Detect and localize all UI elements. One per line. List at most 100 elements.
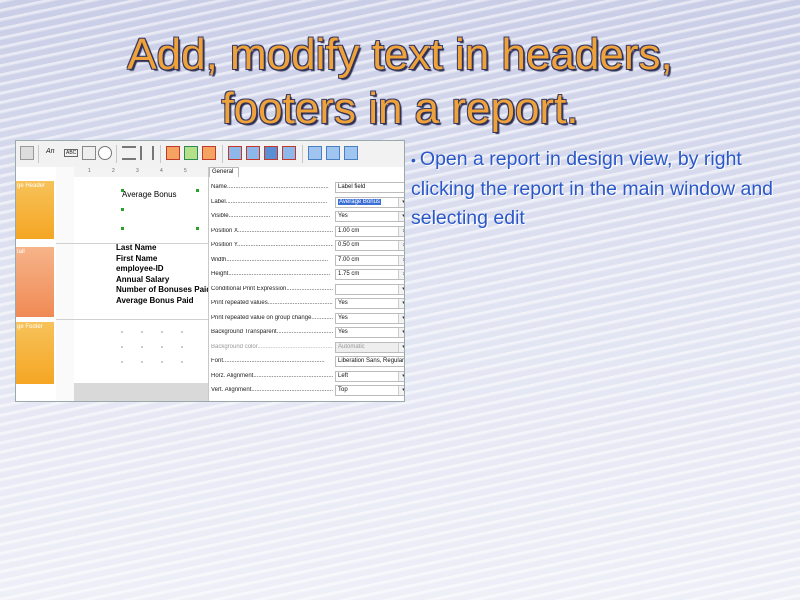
selection-handle[interactable] [196, 189, 199, 192]
property-value-field[interactable]: 0.50 cm ↕ [335, 240, 404, 251]
section-detail-label: tail [17, 249, 25, 255]
spin-icon[interactable]: ↕ [398, 241, 404, 250]
property-value-field[interactable]: Liberation Sans, Regular [335, 356, 404, 367]
chevron-down-icon[interactable]: ▾ [398, 371, 404, 381]
property-value-field[interactable]: Label field [335, 182, 404, 193]
property-value-field[interactable]: 1.75 cm ↕ [335, 269, 404, 280]
shrink-icon[interactable] [228, 146, 242, 160]
property-value-field[interactable]: Average Bonus ▾ [335, 196, 404, 208]
align-center-icon[interactable] [326, 146, 340, 160]
tab-general-label: General [212, 169, 234, 175]
grid-dot [181, 331, 183, 333]
chevron-down-icon[interactable]: ▾ [398, 299, 404, 308]
grid-dot [121, 361, 123, 363]
chevron-down-icon[interactable]: ▾ [398, 328, 404, 337]
property-value: Yes [338, 300, 348, 306]
select-tool-icon[interactable] [20, 146, 34, 160]
selection-handle[interactable] [121, 227, 124, 230]
property-value-field: Automatic ▾ [335, 341, 404, 353]
detail-field[interactable]: Annual Salary [116, 275, 211, 286]
section-page-header[interactable]: ge Header [16, 181, 54, 239]
grid-dot [161, 346, 163, 348]
fit-icon[interactable] [264, 146, 278, 160]
detail-field[interactable]: Average Bonus Paid [116, 296, 211, 307]
label-tool-button[interactable]: ABC [64, 149, 79, 157]
image-tool-icon[interactable] [82, 146, 96, 160]
property-name: Label...................................… [211, 198, 328, 205]
selection-handle[interactable] [196, 227, 199, 230]
detail-fields[interactable]: Last Name First Name employee-ID Annual … [116, 243, 211, 306]
slide-title-line-1: Add, modify text in headers, [127, 30, 673, 79]
detail-field[interactable]: First Name [116, 254, 211, 265]
align-right-icon[interactable] [344, 146, 358, 160]
tab-general[interactable]: General [209, 167, 239, 177]
text-tool-button[interactable]: An [46, 148, 55, 155]
property-row: Print repeated values...................… [211, 297, 404, 311]
property-value-field[interactable]: Yes ▾ [335, 211, 404, 222]
property-value-field[interactable]: 1.00 cm ↕ [335, 225, 404, 237]
ruler-mark: 3 [136, 168, 139, 174]
detail-field[interactable]: Number of Bonuses Paid [116, 285, 211, 296]
toolbar-separator [222, 145, 223, 163]
align-bottom-icon[interactable] [202, 146, 216, 160]
bullet-icon: • [411, 152, 416, 168]
property-row: Font....................................… [211, 355, 404, 369]
grid-dot [181, 361, 183, 363]
property-row: Width...................................… [211, 254, 404, 268]
property-name: Background Transparent..................… [211, 329, 333, 335]
section-detail[interactable]: tail [16, 247, 54, 317]
designer-toolbar: An ABC [16, 141, 404, 168]
spin-icon[interactable]: ↕ [398, 270, 404, 279]
grid-dot [161, 331, 163, 333]
chevron-down-icon[interactable]: ▾ [398, 212, 404, 221]
report-designer-screenshot: An ABC ge Header tail ge Footer 1 2 3 4 … [15, 140, 405, 402]
property-value-field[interactable]: Left ▾ [335, 370, 404, 382]
property-row: Height..................................… [211, 268, 404, 282]
chevron-down-icon[interactable]: ▾ [398, 313, 404, 323]
align-left-icon[interactable] [308, 146, 322, 160]
property-value: Average Bonus [338, 198, 381, 205]
property-name: Background color........................… [211, 343, 333, 350]
property-value-field[interactable]: Yes ▾ [335, 298, 404, 309]
chart-tool-icon[interactable] [98, 146, 112, 160]
property-panel: General Name............................… [208, 167, 404, 401]
property-value-field[interactable]: Yes ▾ [335, 327, 404, 338]
grow-icon[interactable] [246, 146, 260, 160]
detail-field[interactable]: Last Name [116, 243, 211, 254]
property-value-field[interactable]: ▾ [335, 283, 404, 295]
chevron-down-icon[interactable]: ▾ [398, 197, 404, 207]
horizontal-line-icon[interactable] [122, 146, 136, 160]
property-value: 7.00 cm [338, 256, 360, 263]
vertical-line-icon[interactable] [140, 146, 154, 160]
slide-bullet-text: Open a report in design view, by right c… [411, 148, 774, 229]
align-top-icon[interactable] [166, 146, 180, 160]
toolbar-separator [302, 145, 303, 163]
property-value-field[interactable]: Top ▾ [335, 385, 404, 396]
spin-icon[interactable]: ↕ [398, 255, 404, 265]
property-value-field[interactable]: Yes ▾ [335, 312, 404, 324]
chevron-down-icon[interactable]: ▾ [398, 284, 404, 294]
grid-dot [121, 346, 123, 348]
property-value: Automatic [338, 343, 365, 350]
spin-icon[interactable]: ↕ [398, 226, 404, 236]
property-value: Yes [338, 329, 348, 335]
chevron-down-icon[interactable]: ▾ [398, 386, 404, 395]
property-value-field[interactable]: 7.00 cm ↕ [335, 254, 404, 266]
property-name: Width...................................… [211, 256, 329, 263]
resize-icon[interactable] [282, 146, 296, 160]
property-row: Background Transparent..................… [211, 326, 404, 340]
property-value: Top [338, 387, 348, 393]
property-value: 1.00 cm [338, 227, 360, 234]
average-bonus-label[interactable]: Average Bonus [122, 190, 177, 199]
property-value: Left [338, 372, 349, 379]
property-name: Horz. Alignment.........................… [211, 372, 333, 379]
slide-title-line-2: footers in a report. [221, 84, 579, 133]
property-row: Conditional Print Expression............… [211, 283, 404, 297]
detail-field[interactable]: employee-ID [116, 264, 211, 275]
ruler-mark: 1 [88, 168, 91, 174]
property-row: Label...................................… [211, 196, 404, 210]
selection-handle[interactable] [121, 208, 124, 211]
ruler-mark: 5 [184, 168, 187, 174]
align-middle-icon[interactable] [184, 146, 198, 160]
section-page-footer[interactable]: ge Footer [16, 322, 54, 384]
